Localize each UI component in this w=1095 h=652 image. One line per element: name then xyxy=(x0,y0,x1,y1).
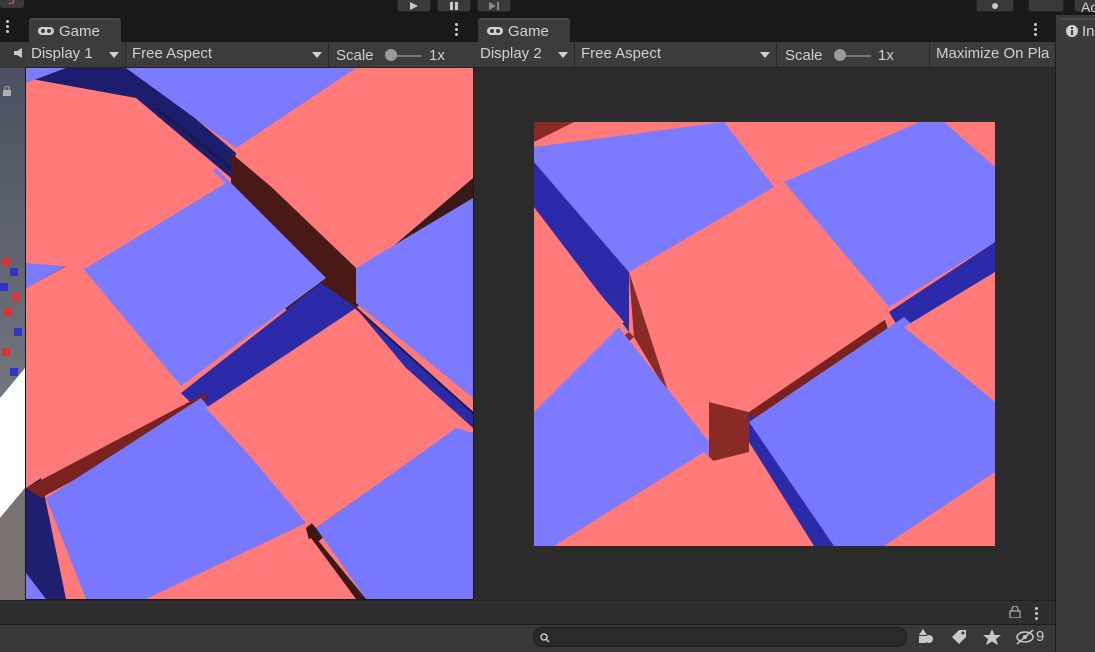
play-button[interactable] xyxy=(397,0,431,12)
step-button[interactable] xyxy=(477,0,511,12)
lock-icon[interactable] xyxy=(2,86,12,96)
panel-1-menu-kebab[interactable] xyxy=(455,23,459,38)
chevron-down-icon xyxy=(312,52,322,58)
maximize-on-play-toggle[interactable]: Maximize On Pla xyxy=(929,42,1055,67)
main-toolbar: 5 Ac xyxy=(0,0,1095,15)
hidden-packages-button[interactable] xyxy=(1014,627,1038,647)
cloud-button[interactable] xyxy=(976,0,1014,12)
scale-value: 1x xyxy=(878,47,894,64)
gamepad-icon xyxy=(487,27,503,35)
chevron-down-icon xyxy=(760,52,770,58)
aspect-value: Free Aspect xyxy=(581,45,662,62)
step-icon xyxy=(489,2,499,10)
scale-slider-knob[interactable] xyxy=(834,49,846,61)
audio-icon[interactable] xyxy=(14,48,24,58)
tab-inspector[interactable]: In xyxy=(1060,18,1095,42)
scene-menu-kebab[interactable] xyxy=(6,20,10,35)
search-input[interactable] xyxy=(533,627,907,647)
info-icon xyxy=(1066,25,1078,37)
scale-label: Scale xyxy=(785,47,823,64)
aspect-value: Free Aspect xyxy=(132,45,213,62)
tab-title: In xyxy=(1082,23,1095,40)
display-dropdown[interactable]: Display 2 xyxy=(474,42,575,67)
scale-value: 1x xyxy=(429,47,445,64)
tab-title: Game xyxy=(508,23,549,40)
pause-button[interactable] xyxy=(437,0,471,12)
logo-icon: 5 xyxy=(0,0,24,8)
pause-icon xyxy=(450,2,458,10)
display-value: Display 1 xyxy=(31,45,93,62)
project-panel-header xyxy=(0,601,1055,625)
chevron-down-icon xyxy=(558,52,568,58)
account-button[interactable] xyxy=(1028,0,1064,12)
game-2-control-bar: Display 2 Free Aspect Scale 1x Maximize … xyxy=(474,42,1055,68)
play-icon xyxy=(410,2,418,10)
cloud-icon xyxy=(992,3,998,9)
account-label: Ac xyxy=(1081,0,1095,15)
scale-label: Scale xyxy=(336,47,374,64)
filter-by-label-button[interactable] xyxy=(948,627,970,647)
favorites-button[interactable] xyxy=(981,627,1003,647)
hidden-package-count: 9 xyxy=(1036,628,1045,645)
game-view-1[interactable] xyxy=(26,68,473,599)
aspect-dropdown[interactable]: Free Aspect xyxy=(575,42,777,67)
svg-text:5: 5 xyxy=(8,0,15,7)
star-icon xyxy=(983,629,1001,645)
tab-title: Game xyxy=(59,23,100,40)
project-menu-kebab[interactable] xyxy=(1035,607,1039,622)
maximize-label: Maximize On Pla xyxy=(936,45,1050,62)
tab-game-2[interactable]: Game xyxy=(478,18,570,42)
chevron-down-icon xyxy=(109,52,119,58)
eye-slash-icon xyxy=(1016,629,1034,645)
account-dropdown[interactable]: Ac xyxy=(1074,0,1095,15)
gamepad-icon xyxy=(38,27,54,35)
tab-game-1[interactable]: Game xyxy=(29,18,121,42)
scale-slider-knob[interactable] xyxy=(385,49,397,61)
display-value: Display 2 xyxy=(480,45,542,62)
aspect-dropdown[interactable]: Free Aspect xyxy=(126,42,329,67)
display-dropdown[interactable]: Display 1 xyxy=(25,42,126,67)
search-icon xyxy=(540,633,550,643)
inspector-panel xyxy=(1055,15,1095,652)
tag-icon xyxy=(952,630,966,644)
game-view-2[interactable] xyxy=(534,122,995,546)
shapes-icon xyxy=(919,629,933,643)
game-1-control-bar: Display 1 Free Aspect Scale 1x xyxy=(25,42,474,68)
filter-by-type-button[interactable] xyxy=(915,627,937,647)
panel-2-menu-kebab[interactable] xyxy=(1034,23,1038,38)
scene-view-sliver[interactable] xyxy=(0,20,25,600)
lock-icon[interactable] xyxy=(1009,606,1021,618)
